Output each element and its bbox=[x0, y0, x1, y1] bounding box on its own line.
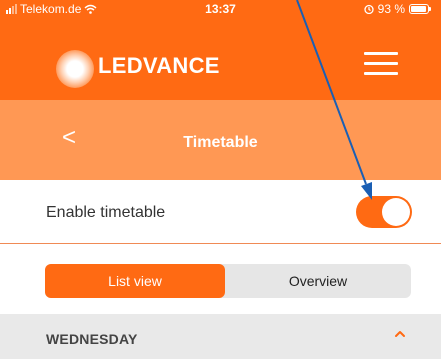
logo-mark-icon bbox=[56, 50, 94, 88]
day-section-header[interactable]: WEDNESDAY bbox=[0, 314, 441, 359]
ledvance-logo: LEDVANCE bbox=[56, 50, 220, 88]
battery-percentage: 93 % bbox=[377, 2, 405, 16]
toggle-knob bbox=[382, 198, 410, 226]
chevron-up-icon[interactable] bbox=[393, 327, 407, 341]
enable-timetable-toggle[interactable] bbox=[356, 196, 412, 228]
status-bar: Telekom.de 13:37 93 % bbox=[0, 0, 441, 18]
tab-list-view[interactable]: List view bbox=[45, 264, 225, 298]
hamburger-menu-icon[interactable] bbox=[364, 51, 398, 75]
enable-timetable-label: Enable timetable bbox=[46, 204, 166, 221]
enable-timetable-row: Enable timetable bbox=[0, 180, 441, 244]
status-right: 93 % bbox=[363, 2, 431, 16]
page-title: Timetable bbox=[183, 134, 258, 151]
view-segmented-control: List view Overview bbox=[45, 264, 411, 298]
tab-overview[interactable]: Overview bbox=[225, 264, 411, 298]
title-bar: < Timetable bbox=[0, 100, 441, 180]
battery-icon bbox=[409, 4, 431, 14]
brand-name: LEDVANCE bbox=[98, 53, 220, 78]
divider bbox=[0, 243, 441, 244]
app-header: Telekom.de 13:37 93 % LEDVANCE bbox=[0, 0, 441, 100]
day-label: WEDNESDAY bbox=[46, 331, 138, 347]
alarm-icon bbox=[363, 4, 374, 14]
